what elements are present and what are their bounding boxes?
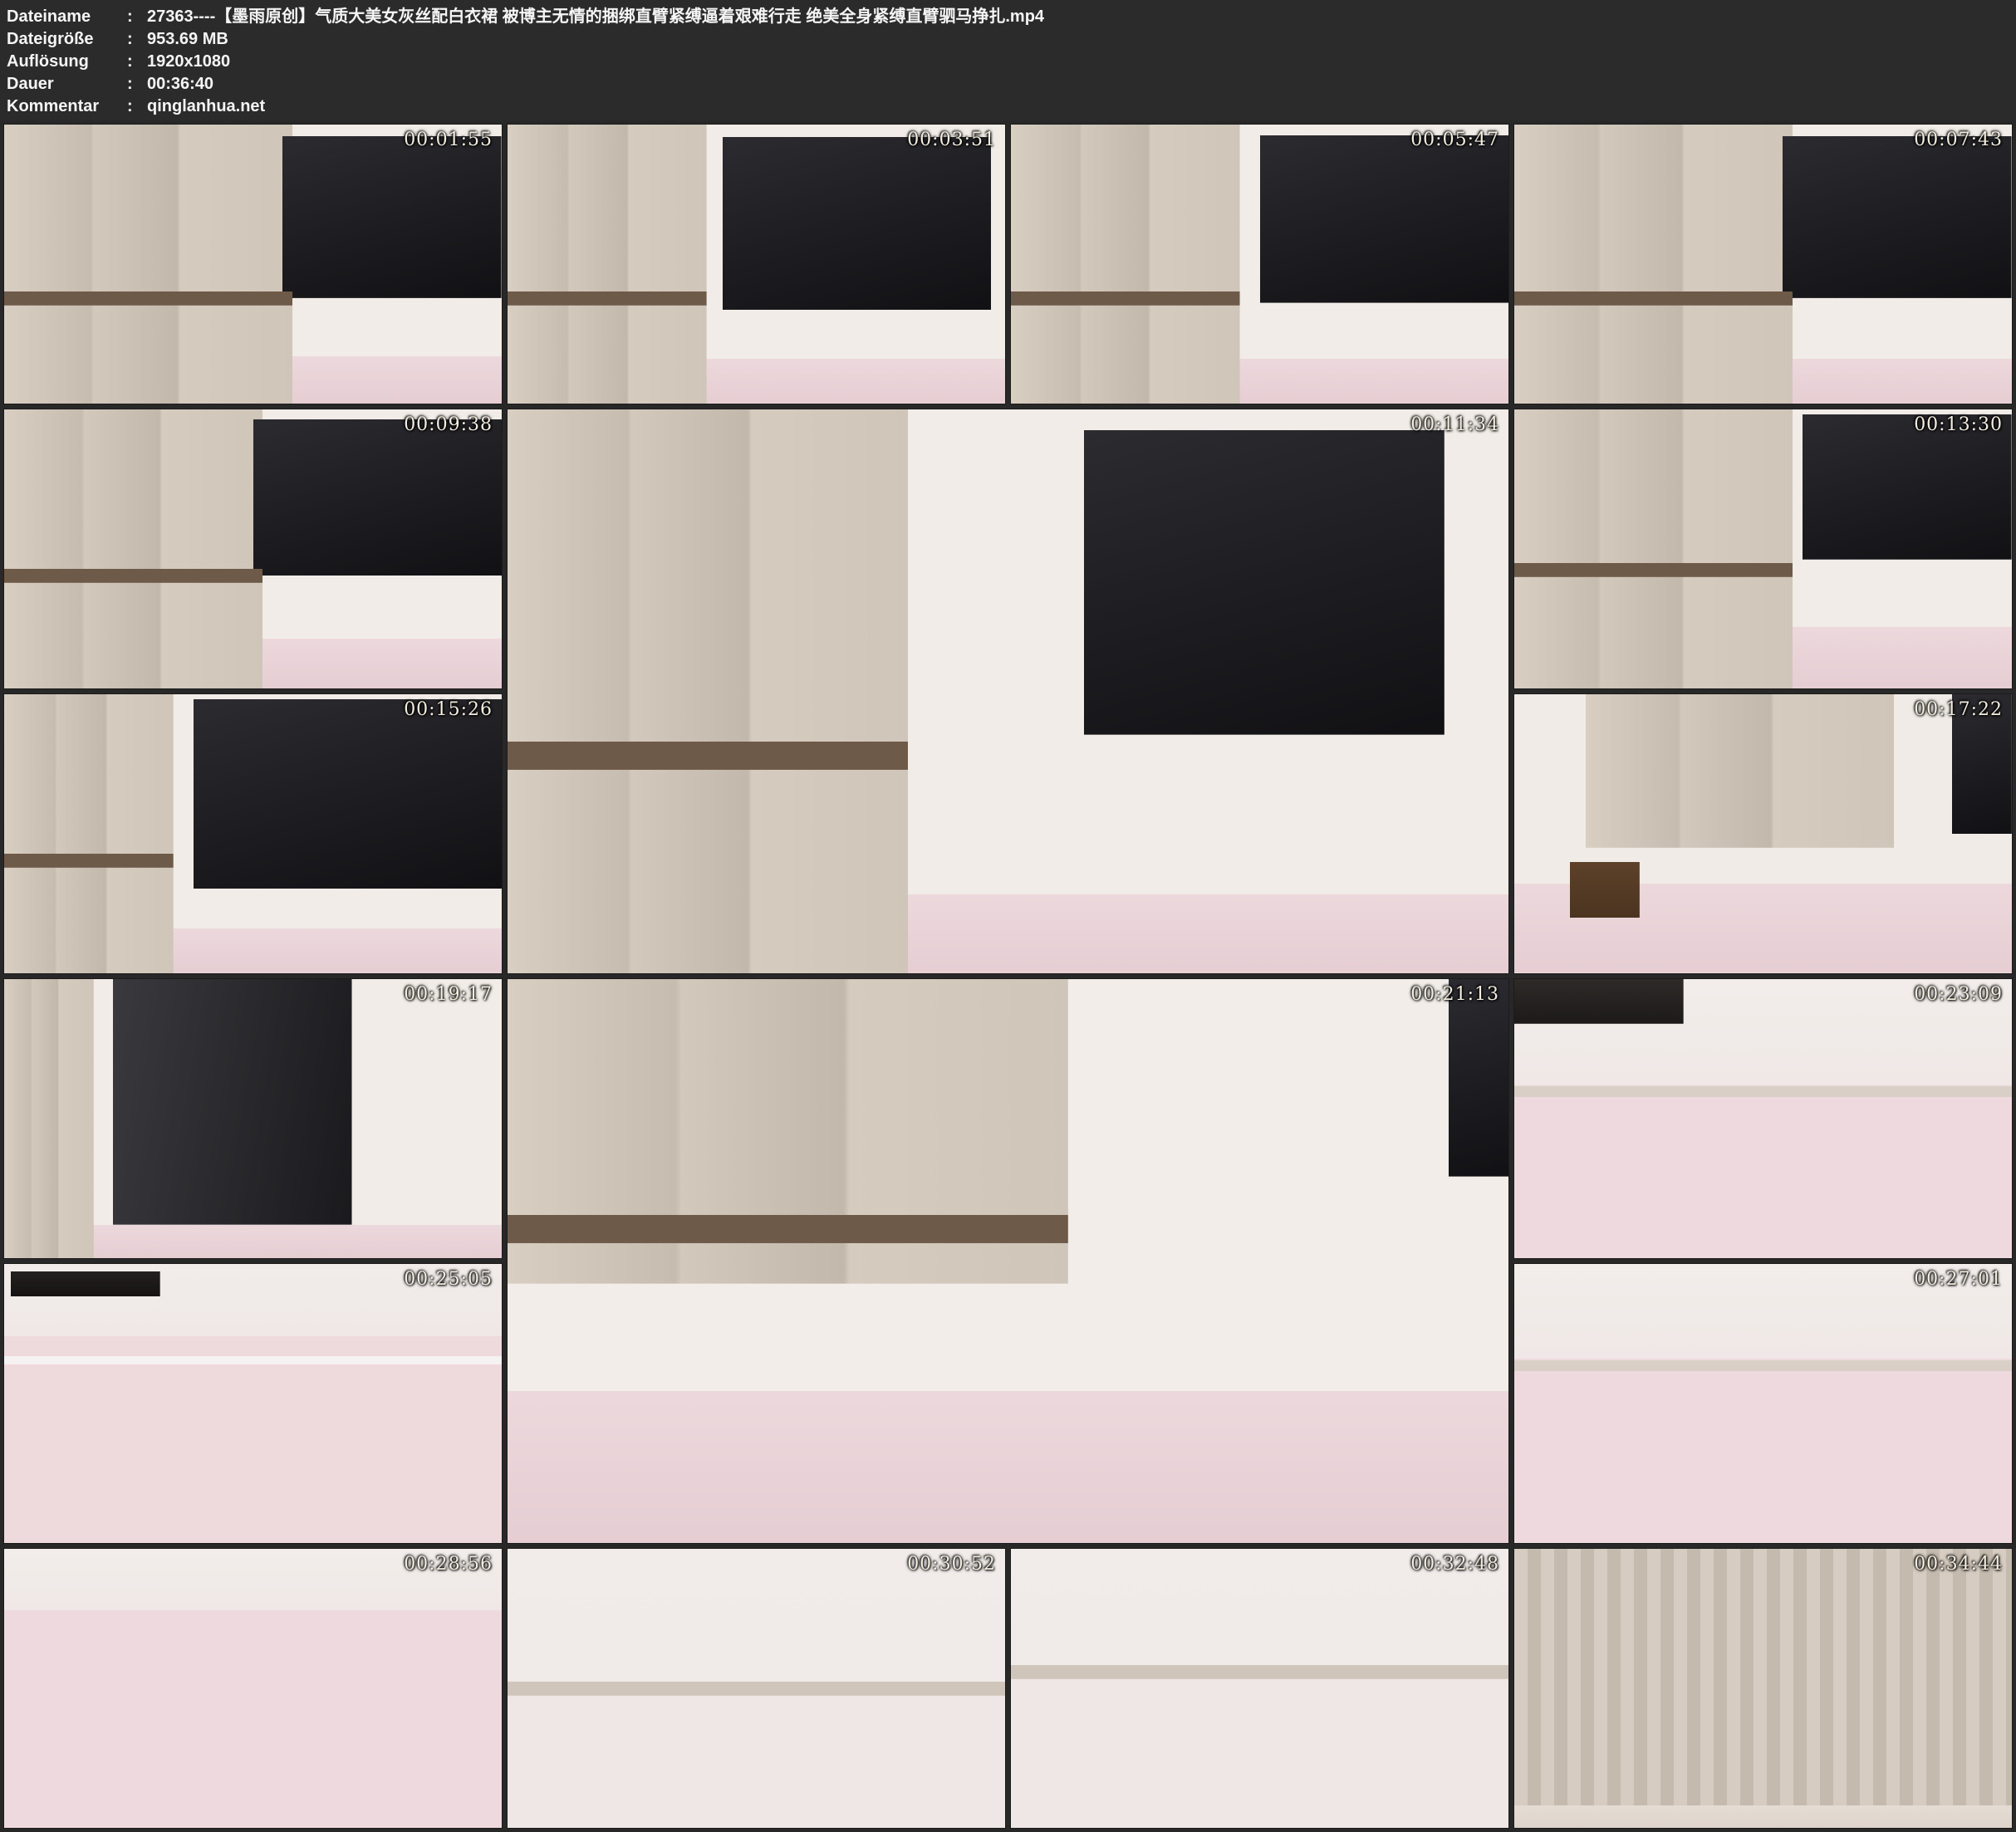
video-thumbnail[interactable]: 00:23:09	[1513, 978, 2013, 1259]
video-thumbnail[interactable]: 00:25:05	[3, 1263, 503, 1544]
filename-value: 27363----【墨雨原创】气质大美女灰丝配白衣裙 被博主无情的捆绑直臂紧缚逼…	[147, 6, 2016, 28]
video-thumbnail[interactable]: 00:32:48	[1010, 1548, 1509, 1829]
timestamp-overlay: 00:27:01	[1914, 1269, 2003, 1290]
timestamp-overlay: 00:23:09	[1914, 984, 2003, 1005]
comment-label: Kommentar	[7, 96, 127, 118]
timestamp-overlay: 00:07:43	[1914, 130, 2003, 150]
filesize-label: Dateigröße	[7, 28, 127, 51]
video-thumbnail[interactable]: 00:07:43	[1513, 124, 2013, 404]
timestamp-overlay: 00:28:56	[404, 1554, 493, 1575]
video-thumbnail[interactable]: 00:34:44	[1513, 1548, 2013, 1829]
duration-value: 00:36:40	[147, 73, 2016, 96]
timestamp-overlay: 00:25:05	[404, 1269, 493, 1290]
separator: :	[127, 73, 147, 96]
timestamp-overlay: 00:21:13	[1410, 984, 1499, 1005]
timestamp-overlay: 00:11:34	[1410, 414, 1499, 435]
video-thumbnail[interactable]: 00:19:17	[3, 978, 503, 1259]
timestamp-overlay: 00:34:44	[1914, 1554, 2003, 1575]
video-thumbnail[interactable]: 00:01:55	[3, 124, 503, 404]
video-thumbnail-large[interactable]: 00:11:34	[507, 409, 1509, 974]
metadata-row-duration: Dauer : 00:36:40	[7, 73, 2016, 96]
timestamp-overlay: 00:13:30	[1914, 414, 2003, 435]
video-thumbnail[interactable]: 00:28:56	[3, 1548, 503, 1829]
file-metadata-header: Dateiname : 27363----【墨雨原创】气质大美女灰丝配白衣裙 被…	[0, 0, 2016, 120]
video-thumbnail[interactable]: 00:30:52	[507, 1548, 1006, 1829]
timestamp-overlay: 00:05:47	[1410, 130, 1499, 150]
video-thumbnail-large[interactable]: 00:21:13	[507, 978, 1509, 1544]
duration-label: Dauer	[7, 73, 127, 96]
filesize-value: 953.69 MB	[147, 28, 2016, 51]
timestamp-overlay: 00:19:17	[404, 984, 493, 1005]
resolution-value: 1920x1080	[147, 51, 2016, 73]
metadata-row-filesize: Dateigröße : 953.69 MB	[7, 28, 2016, 51]
timestamp-overlay: 00:15:26	[404, 699, 493, 720]
separator: :	[127, 28, 147, 51]
resolution-label: Auflösung	[7, 51, 127, 73]
separator: :	[127, 96, 147, 118]
comment-value: qinglanhua.net	[147, 96, 2016, 118]
filename-label: Dateiname	[7, 6, 127, 28]
timestamp-overlay: 00:30:52	[907, 1554, 996, 1575]
metadata-row-resolution: Auflösung : 1920x1080	[7, 51, 2016, 73]
timestamp-overlay: 00:32:48	[1410, 1554, 1499, 1575]
video-thumbnail[interactable]: 00:15:26	[3, 693, 503, 974]
video-thumbnail[interactable]: 00:13:30	[1513, 409, 2013, 689]
thumbnail-contact-sheet: 00:01:55 00:03:51 00:05:47 00:07:43 00:0…	[0, 120, 2016, 1832]
video-thumbnail[interactable]: 00:27:01	[1513, 1263, 2013, 1544]
timestamp-overlay: 00:17:22	[1914, 699, 2003, 720]
separator: :	[127, 6, 147, 28]
timestamp-overlay: 00:09:38	[404, 414, 493, 435]
separator: :	[127, 51, 147, 73]
timestamp-overlay: 00:03:51	[907, 130, 996, 150]
video-thumbnail[interactable]: 00:09:38	[3, 409, 503, 689]
timestamp-overlay: 00:01:55	[404, 130, 493, 150]
metadata-row-comment: Kommentar : qinglanhua.net	[7, 96, 2016, 118]
video-thumbnail[interactable]: 00:17:22	[1513, 693, 2013, 974]
video-thumbnail[interactable]: 00:05:47	[1010, 124, 1509, 404]
video-thumbnail[interactable]: 00:03:51	[507, 124, 1006, 404]
metadata-row-filename: Dateiname : 27363----【墨雨原创】气质大美女灰丝配白衣裙 被…	[7, 6, 2016, 28]
